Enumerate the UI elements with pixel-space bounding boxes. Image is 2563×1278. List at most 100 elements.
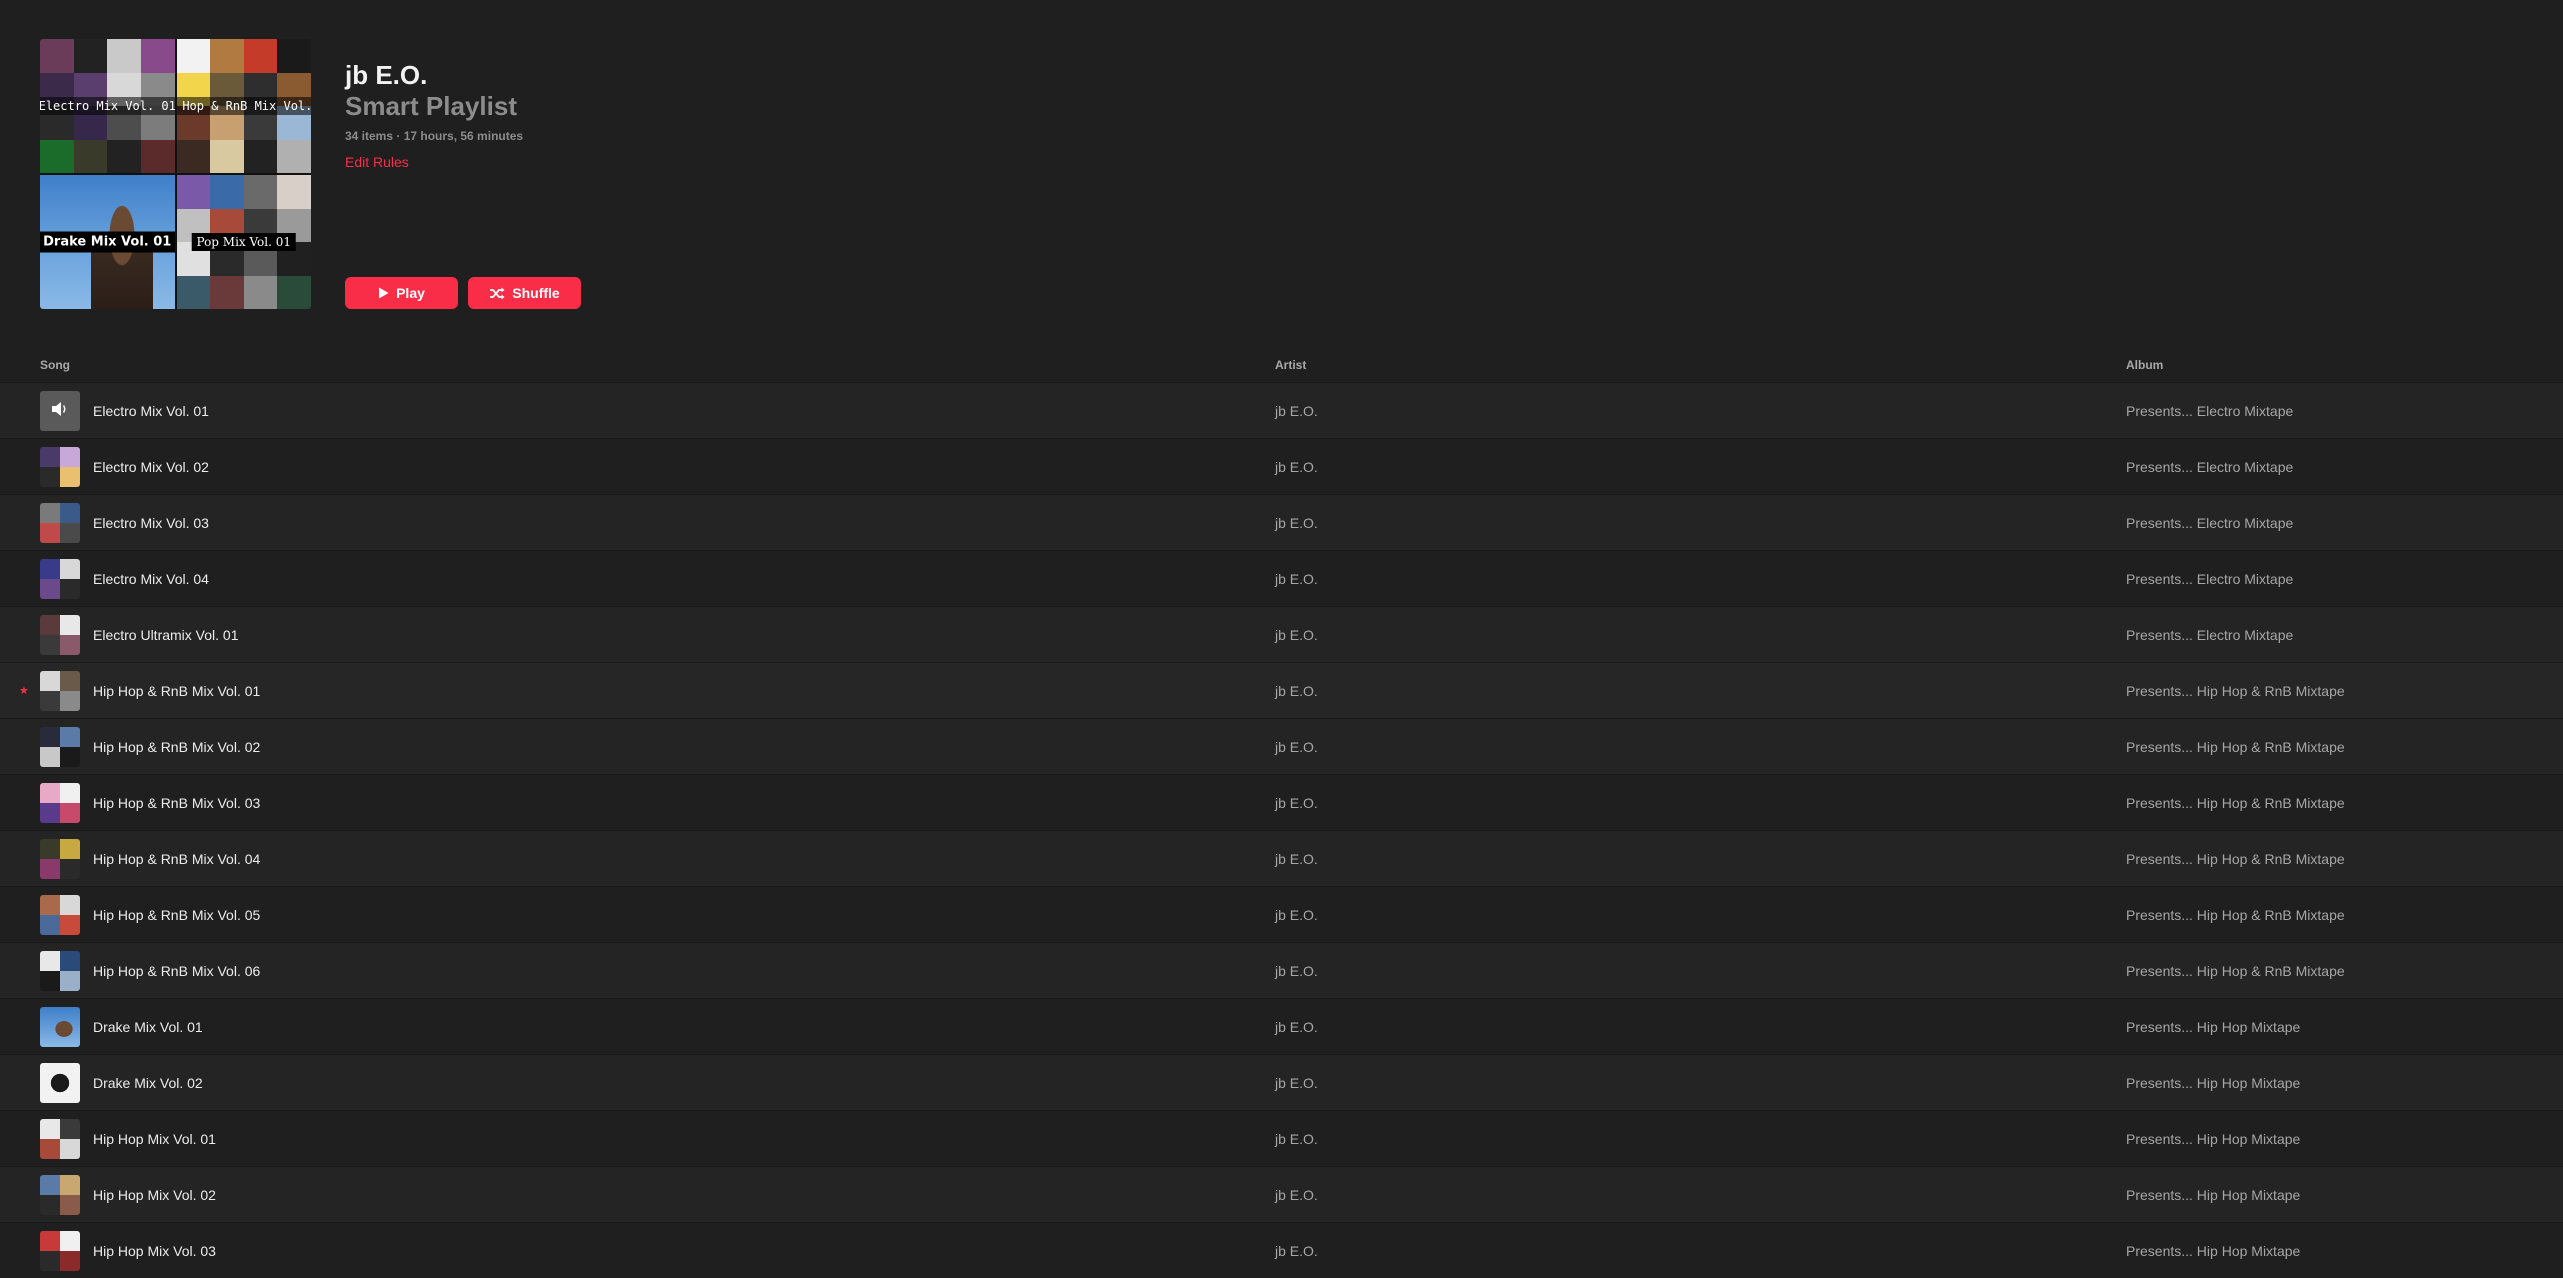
table-row[interactable]: Hip Hop Mix Vol. 02 jb E.O. Presents... …: [0, 1166, 2563, 1222]
song-title: Hip Hop & RnB Mix Vol. 06: [93, 963, 261, 979]
song-artist[interactable]: jb E.O.: [1275, 403, 1318, 419]
electro-mix-cover: Electro Mix Vol. 01: [40, 39, 175, 173]
song-title: Hip Hop & RnB Mix Vol. 01: [93, 683, 261, 699]
song-artist[interactable]: jb E.O.: [1275, 515, 1318, 531]
table-row[interactable]: Hip Hop & RnB Mix Vol. 03 jb E.O. Presen…: [0, 774, 2563, 830]
track-artwork: [40, 391, 80, 431]
song-album[interactable]: Presents... Hip Hop & RnB Mixtape: [2126, 683, 2345, 699]
track-artwork: [40, 559, 80, 599]
track-artwork: [40, 447, 80, 487]
table-row[interactable]: Hip Hop & RnB Mix Vol. 06 jb E.O. Presen…: [0, 942, 2563, 998]
track-artwork: [40, 1175, 80, 1215]
song-album[interactable]: Presents... Hip Hop Mixtape: [2126, 1187, 2300, 1203]
playlist-subtitle: Smart Playlist: [345, 91, 517, 121]
table-row[interactable]: Hip Hop & RnB Mix Vol. 04 jb E.O. Presen…: [0, 830, 2563, 886]
playlist-meta: 34 items · 17 hours, 56 minutes: [345, 129, 524, 143]
track-artwork: [40, 839, 80, 879]
song-artist[interactable]: jb E.O.: [1275, 907, 1318, 923]
favorite-star-icon: ★: [19, 685, 29, 697]
song-title: Hip Hop & RnB Mix Vol. 03: [93, 795, 261, 811]
table-row[interactable]: Electro Mix Vol. 02 jb E.O. Presents... …: [0, 438, 2563, 494]
song-title: Drake Mix Vol. 01: [93, 1019, 203, 1035]
drake-mix-cover: Drake Mix Vol. 01: [40, 175, 175, 309]
table-row[interactable]: ★ Hip Hop & RnB Mix Vol. 01 jb E.O. Pres…: [0, 662, 2563, 718]
table-row[interactable]: Hip Hop Mix Vol. 01 jb E.O. Presents... …: [0, 1110, 2563, 1166]
pop-mix-cover: Pop Mix Vol. 01: [176, 175, 311, 309]
song-album[interactable]: Presents... Electro Mixtape: [2126, 627, 2293, 643]
table-row[interactable]: Electro Ultramix Vol. 01 jb E.O. Present…: [0, 606, 2563, 662]
table-row[interactable]: Electro Mix Vol. 01 jb E.O. Presents... …: [0, 382, 2563, 438]
playlist-title: jb E.O.: [345, 60, 428, 90]
table-row[interactable]: Drake Mix Vol. 01 jb E.O. Presents... Hi…: [0, 998, 2563, 1054]
hiphop-mix-cover: Hip Hop & RnB Mix Vol. 01: [176, 39, 311, 173]
shuffle-button[interactable]: Shuffle: [468, 277, 581, 309]
song-artist[interactable]: jb E.O.: [1275, 571, 1318, 587]
edit-rules-link[interactable]: Edit Rules: [345, 154, 409, 170]
song-artist[interactable]: jb E.O.: [1275, 1019, 1318, 1035]
shuffle-label: Shuffle: [512, 285, 560, 301]
song-title: Hip Hop Mix Vol. 01: [93, 1131, 216, 1147]
song-artist[interactable]: jb E.O.: [1275, 795, 1318, 811]
pop-cover-label: Pop Mix Vol. 01: [191, 233, 297, 251]
song-album[interactable]: Presents... Electro Mixtape: [2126, 515, 2293, 531]
song-album[interactable]: Presents... Electro Mixtape: [2126, 459, 2293, 475]
song-artist[interactable]: jb E.O.: [1275, 627, 1318, 643]
electro-cover-label: Electro Mix Vol. 01: [40, 97, 175, 115]
song-title: Electro Ultramix Vol. 01: [93, 627, 239, 643]
column-header-song[interactable]: Song: [40, 358, 70, 372]
table-row[interactable]: Hip Hop Mix Vol. 03 jb E.O. Presents... …: [0, 1222, 2563, 1278]
song-album[interactable]: Presents... Electro Mixtape: [2126, 403, 2293, 419]
song-artist[interactable]: jb E.O.: [1275, 1187, 1318, 1203]
song-title: Hip Hop Mix Vol. 03: [93, 1243, 216, 1259]
track-artwork: [40, 1063, 80, 1103]
track-artwork: [40, 671, 80, 711]
song-title: Electro Mix Vol. 02: [93, 459, 209, 475]
song-artist[interactable]: jb E.O.: [1275, 1131, 1318, 1147]
song-artist[interactable]: jb E.O.: [1275, 739, 1318, 755]
song-title: Hip Hop & RnB Mix Vol. 05: [93, 907, 261, 923]
hiphop-cover-label: Hip Hop & RnB Mix Vol. 01: [176, 97, 311, 115]
column-header-album[interactable]: Album: [2126, 358, 2163, 372]
song-album[interactable]: Presents... Hip Hop & RnB Mixtape: [2126, 851, 2345, 867]
song-artist[interactable]: jb E.O.: [1275, 851, 1318, 867]
song-title: Electro Mix Vol. 01: [93, 403, 209, 419]
table-row[interactable]: Drake Mix Vol. 02 jb E.O. Presents... Hi…: [0, 1054, 2563, 1110]
song-album[interactable]: Presents... Hip Hop Mixtape: [2126, 1243, 2300, 1259]
track-artwork: [40, 503, 80, 543]
song-album[interactable]: Presents... Electro Mixtape: [2126, 571, 2293, 587]
playlist-artwork: Electro Mix Vol. 01 Hip Hop & RnB Mix Vo…: [40, 39, 311, 309]
track-artwork: [40, 1231, 80, 1271]
song-artist[interactable]: jb E.O.: [1275, 963, 1318, 979]
drake-cover-label: Drake Mix Vol. 01: [40, 231, 175, 253]
song-album[interactable]: Presents... Hip Hop & RnB Mixtape: [2126, 739, 2345, 755]
song-album[interactable]: Presents... Hip Hop & RnB Mixtape: [2126, 795, 2345, 811]
table-row[interactable]: Electro Mix Vol. 03 jb E.O. Presents... …: [0, 494, 2563, 550]
table-row[interactable]: Hip Hop & RnB Mix Vol. 05 jb E.O. Presen…: [0, 886, 2563, 942]
song-artist[interactable]: jb E.O.: [1275, 683, 1318, 699]
song-album[interactable]: Presents... Hip Hop & RnB Mixtape: [2126, 907, 2345, 923]
song-list: Electro Mix Vol. 01 jb E.O. Presents... …: [0, 382, 2563, 1278]
speaker-icon: [51, 401, 69, 422]
song-title: Electro Mix Vol. 04: [93, 571, 209, 587]
song-album[interactable]: Presents... Hip Hop Mixtape: [2126, 1075, 2300, 1091]
track-artwork: [40, 783, 80, 823]
play-button[interactable]: Play: [345, 277, 458, 309]
track-artwork: [40, 615, 80, 655]
song-title: Hip Hop Mix Vol. 02: [93, 1187, 216, 1203]
song-artist[interactable]: jb E.O.: [1275, 459, 1318, 475]
song-album[interactable]: Presents... Hip Hop Mixtape: [2126, 1019, 2300, 1035]
song-artist[interactable]: jb E.O.: [1275, 1075, 1318, 1091]
shuffle-icon: [489, 287, 505, 300]
song-album[interactable]: Presents... Hip Hop Mixtape: [2126, 1131, 2300, 1147]
song-title: Electro Mix Vol. 03: [93, 515, 209, 531]
column-header-artist[interactable]: Artist: [1275, 358, 1306, 372]
track-artwork: [40, 951, 80, 991]
play-label: Play: [396, 285, 425, 301]
track-artwork: [40, 1007, 80, 1047]
song-artist[interactable]: jb E.O.: [1275, 1243, 1318, 1259]
table-row[interactable]: Electro Mix Vol. 04 jb E.O. Presents... …: [0, 550, 2563, 606]
track-artwork: [40, 1119, 80, 1159]
table-row[interactable]: Hip Hop & RnB Mix Vol. 02 jb E.O. Presen…: [0, 718, 2563, 774]
track-artwork: [40, 727, 80, 767]
song-album[interactable]: Presents... Hip Hop & RnB Mixtape: [2126, 963, 2345, 979]
